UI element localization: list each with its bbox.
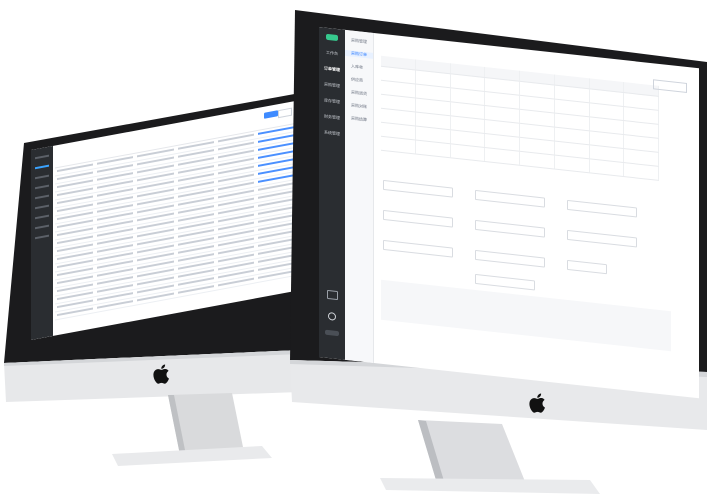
form-input[interactable] xyxy=(475,219,545,238)
subnav-item-2[interactable]: 入库单 xyxy=(351,63,373,71)
avatar[interactable] xyxy=(325,329,339,337)
front-subnav: 采购管理 采购订单 入库单 供应商 采购退货 采购对账 采购结算 xyxy=(345,29,374,363)
subnav-item-4[interactable]: 采购退货 xyxy=(351,89,373,97)
front-monitor-base xyxy=(380,478,600,494)
subnav-item-6[interactable]: 采购结算 xyxy=(351,115,373,123)
form-input[interactable] xyxy=(383,209,453,228)
sidebar-item-3[interactable]: 库存管理 xyxy=(319,96,345,106)
product-mockup-scene: 工作台 订单管理 采购管理 库存管理 财务管理 系统管理 采购管理 采购订单 入… xyxy=(0,0,708,499)
select-input[interactable] xyxy=(475,273,535,291)
form-input[interactable] xyxy=(567,229,637,248)
subnav-item-3[interactable]: 供应商 xyxy=(351,76,373,84)
sidebar-item-5[interactable]: 系统管理 xyxy=(319,128,345,138)
sidebar-item-4[interactable]: 财务管理 xyxy=(319,112,345,122)
subnav-item-1[interactable]: 采购订单 xyxy=(345,49,373,59)
settings-icon[interactable] xyxy=(327,289,338,301)
summary-panel xyxy=(381,279,671,352)
form-input[interactable] xyxy=(475,249,545,268)
subnav-item-5[interactable]: 采购对账 xyxy=(351,102,373,110)
front-sidebar: 工作台 订单管理 采购管理 库存管理 财务管理 系统管理 xyxy=(319,27,345,360)
power-icon[interactable] xyxy=(328,311,336,321)
form-input[interactable] xyxy=(475,189,545,208)
form-input[interactable] xyxy=(567,199,637,218)
form-input[interactable] xyxy=(383,179,453,198)
subnav-item-0[interactable]: 采购管理 xyxy=(351,37,373,45)
front-main-area xyxy=(375,33,699,398)
form-input[interactable] xyxy=(383,239,453,258)
sidebar-item-0[interactable]: 工作台 xyxy=(319,48,345,58)
sidebar-item-1[interactable]: 订单管理 xyxy=(319,64,345,74)
front-table xyxy=(381,55,659,181)
front-monitor-screen: 工作台 订单管理 采购管理 库存管理 财务管理 系统管理 采购管理 采购订单 入… xyxy=(319,27,699,399)
apple-logo-icon xyxy=(529,393,545,413)
form-input[interactable] xyxy=(567,259,607,275)
sidebar-item-2[interactable]: 采购管理 xyxy=(319,80,345,90)
